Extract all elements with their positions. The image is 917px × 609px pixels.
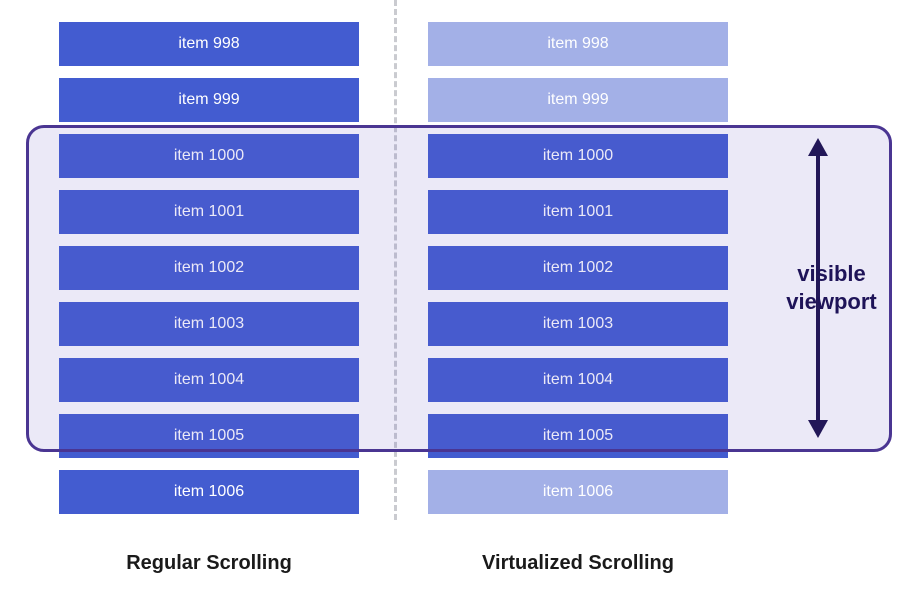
list-item: item 1006	[59, 470, 359, 514]
column-divider	[394, 0, 397, 520]
regular-scrolling-caption: Regular Scrolling	[59, 552, 359, 575]
list-item: item 1001	[59, 190, 359, 234]
list-item-unrendered: item 1006	[428, 470, 728, 514]
virtualized-scrolling-caption: Virtualized Scrolling	[428, 552, 728, 575]
regular-scrolling-column: item 998 item 999 item 1000 item 1001 it…	[59, 22, 359, 514]
diagram-canvas: item 998 item 999 item 1000 item 1001 it…	[0, 0, 917, 609]
list-item: item 999	[59, 78, 359, 122]
viewport-label: visible viewport	[774, 260, 889, 315]
list-item: item 1002	[428, 246, 728, 290]
list-item: item 1003	[59, 302, 359, 346]
list-item-unrendered: item 999	[428, 78, 728, 122]
list-item: item 1000	[428, 134, 728, 178]
viewport-label-line1: visible	[797, 261, 865, 286]
virtualized-scrolling-column: item 998 item 999 item 1000 item 1001 it…	[428, 22, 728, 514]
list-item-unrendered: item 998	[428, 22, 728, 66]
list-item: item 1004	[428, 358, 728, 402]
viewport-label-line2: viewport	[786, 289, 876, 314]
list-item: item 1005	[428, 414, 728, 458]
list-item: item 1002	[59, 246, 359, 290]
list-item: item 1004	[59, 358, 359, 402]
list-item: item 1000	[59, 134, 359, 178]
list-item: item 1001	[428, 190, 728, 234]
list-item: item 1003	[428, 302, 728, 346]
list-item: item 998	[59, 22, 359, 66]
list-item: item 1005	[59, 414, 359, 458]
arrow-down-icon	[808, 420, 828, 438]
